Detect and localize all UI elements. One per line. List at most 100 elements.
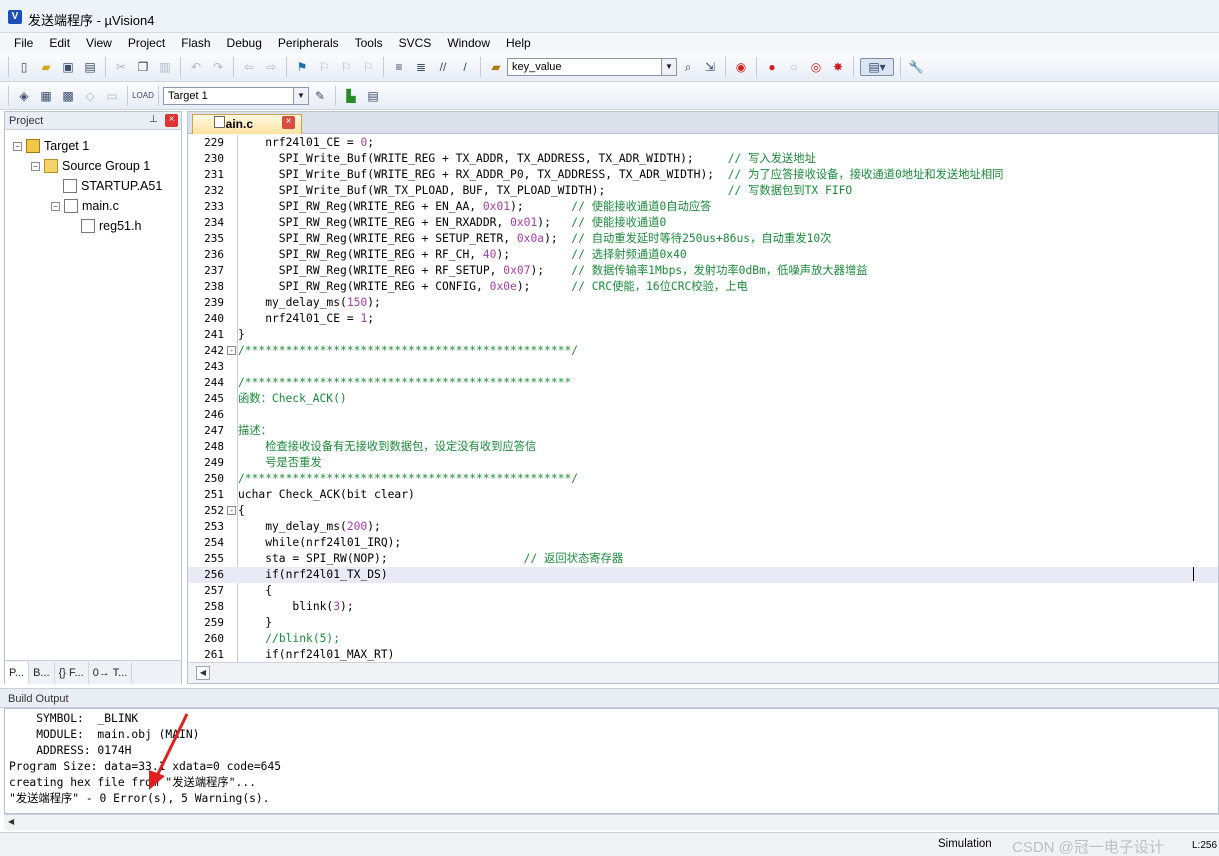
code-line[interactable]: 258 blink(3); xyxy=(188,599,1218,615)
code-line[interactable]: 253 my_delay_ms(200); xyxy=(188,519,1218,535)
download-icon[interactable]: LOAD xyxy=(132,87,154,105)
code-line[interactable]: 237 SPI_RW_Reg(WRITE_REG + RF_SETUP, 0x0… xyxy=(188,263,1218,279)
collapse-icon[interactable]: − xyxy=(31,161,40,171)
batch-build-icon[interactable]: ◇ xyxy=(81,87,99,105)
nav-back-icon[interactable]: ⇦ xyxy=(240,58,258,76)
collapse-icon[interactable]: − xyxy=(13,141,22,151)
code-line[interactable]: 238 SPI_RW_Reg(WRITE_REG + CONFIG, 0x0e)… xyxy=(188,279,1218,295)
build-output-scrollbar[interactable]: ◀ xyxy=(4,814,1219,830)
menu-project[interactable]: Project xyxy=(120,33,173,53)
tree-item-reg51[interactable]: reg51.h xyxy=(13,216,181,236)
cut-icon[interactable]: ✂ xyxy=(112,58,130,76)
code-line[interactable]: 247 描述： xyxy=(188,423,1218,439)
debug-session-icon[interactable]: ◉ xyxy=(732,58,750,76)
save-icon[interactable]: ▣ xyxy=(59,58,77,76)
code-line[interactable]: 251 uchar Check_ACK(bit clear) xyxy=(188,487,1218,503)
clear-bookmarks-icon[interactable]: ⚐ xyxy=(359,58,377,76)
incremental-find-icon[interactable]: ⇲ xyxy=(701,58,719,76)
fold-icon[interactable]: - xyxy=(227,506,236,515)
code-line[interactable]: 230 SPI_Write_Buf(WRITE_REG + TX_ADDR, T… xyxy=(188,151,1218,167)
manage-components-icon[interactable]: ▙ xyxy=(342,87,360,105)
open-folder-icon[interactable]: ▰ xyxy=(37,58,55,76)
chevron-down-icon[interactable]: ▼ xyxy=(661,59,676,75)
next-bookmark-icon[interactable]: ⚐ xyxy=(337,58,355,76)
code-line[interactable]: 243 xyxy=(188,359,1218,375)
code-line[interactable]: 256 if(nrf24l01_TX_DS) xyxy=(188,567,1218,583)
tree-item-main-c[interactable]: − main.c xyxy=(13,196,181,216)
close-icon[interactable]: × xyxy=(282,116,295,129)
indent-icon[interactable]: ≡ xyxy=(390,58,408,76)
code-line[interactable]: 229 nrf24l01_CE = 0; xyxy=(188,135,1218,151)
menu-flash[interactable]: Flash xyxy=(173,33,218,53)
code-line[interactable]: 245 函数：Check_ACK() xyxy=(188,391,1218,407)
find-icon[interactable]: ⌕ xyxy=(679,58,697,76)
tab-books[interactable]: B... xyxy=(29,661,55,684)
horizontal-scrollbar[interactable]: ◀ xyxy=(188,662,1218,683)
menu-tools[interactable]: Tools xyxy=(347,33,391,53)
menu-edit[interactable]: Edit xyxy=(41,33,78,53)
tab-project[interactable]: P... xyxy=(5,661,30,684)
menu-debug[interactable]: Debug xyxy=(219,33,270,53)
find-in-files-icon[interactable]: ▰ xyxy=(487,58,505,76)
unindent-icon[interactable]: ≣ xyxy=(412,58,430,76)
code-line[interactable]: 250 /************************************… xyxy=(188,471,1218,487)
code-line[interactable]: 232 SPI_Write_Buf(WR_TX_PLOAD, BUF, TX_P… xyxy=(188,183,1218,199)
disable-all-breakpoints-icon[interactable]: ◎ xyxy=(807,58,825,76)
undo-icon[interactable]: ↶ xyxy=(187,58,205,76)
uncomment-icon[interactable]: / xyxy=(456,58,474,76)
paste-icon[interactable]: ▥ xyxy=(156,58,174,76)
pin-icon[interactable]: ⊥ xyxy=(149,114,158,125)
code-area[interactable]: 229 nrf24l01_CE = 0; 230 SPI_Write_Buf(WR… xyxy=(188,135,1218,662)
close-icon[interactable]: × xyxy=(165,114,178,127)
code-line[interactable]: 242-/***********************************… xyxy=(188,343,1218,359)
menu-window[interactable]: Window xyxy=(439,33,498,53)
code-line[interactable]: 236 SPI_RW_Reg(WRITE_REG + RF_CH, 40); /… xyxy=(188,247,1218,263)
tab-functions[interactable]: {} F... xyxy=(55,661,89,684)
code-line[interactable]: 241} xyxy=(188,327,1218,343)
stop-build-icon[interactable]: ▭ xyxy=(103,87,121,105)
redo-icon[interactable]: ↷ xyxy=(209,58,227,76)
code-line[interactable]: 235 SPI_RW_Reg(WRITE_REG + SETUP_RETR, 0… xyxy=(188,231,1218,247)
tab-templates[interactable]: 0→ T... xyxy=(89,661,133,684)
target-combo[interactable]: Target 1 ▼ xyxy=(163,86,309,105)
menu-peripherals[interactable]: Peripherals xyxy=(270,33,347,53)
code-line[interactable]: 240 nrf24l01_CE = 1; xyxy=(188,311,1218,327)
disable-breakpoint-icon[interactable]: ○ xyxy=(785,58,803,76)
prev-bookmark-icon[interactable]: ⚐ xyxy=(315,58,333,76)
chevron-down-icon[interactable]: ▼ xyxy=(293,87,308,104)
kill-breakpoints-icon[interactable]: ✸ xyxy=(829,58,847,76)
target-options-icon[interactable]: ✎ xyxy=(311,87,329,105)
scroll-left-icon[interactable]: ◀ xyxy=(196,666,210,680)
code-line[interactable]: 259 } xyxy=(188,615,1218,631)
save-all-icon[interactable]: ▤ xyxy=(81,58,99,76)
configure-icon[interactable]: 🔧 xyxy=(907,58,925,76)
fold-icon[interactable]: - xyxy=(227,346,236,355)
menu-file[interactable]: File xyxy=(6,33,41,53)
code-line[interactable]: 244 /************************************… xyxy=(188,375,1218,391)
tree-item-startup[interactable]: STARTUP.A51 xyxy=(13,176,181,196)
code-line[interactable]: 249 号是否重发 xyxy=(188,455,1218,471)
bookmark-icon[interactable]: ⚑ xyxy=(293,58,311,76)
breakpoint-icon[interactable]: ● xyxy=(763,58,781,76)
code-line[interactable]: 234 SPI_RW_Reg(WRITE_REG + EN_RXADDR, 0x… xyxy=(188,215,1218,231)
code-line[interactable]: 248 检查接收设备有无接收到数据包，设定没有收到应答信 xyxy=(188,439,1218,455)
code-line[interactable]: 254 while(nrf24l01_IRQ); xyxy=(188,535,1218,551)
menu-view[interactable]: View xyxy=(78,33,120,53)
code-line[interactable]: 246 xyxy=(188,407,1218,423)
code-line[interactable]: 260 //blink(5); xyxy=(188,631,1218,647)
find-combo[interactable]: key_value ▼ xyxy=(507,58,677,76)
menu-help[interactable]: Help xyxy=(498,33,539,53)
menu-svcs[interactable]: SVCS xyxy=(391,33,440,53)
tree-item-source-group[interactable]: − Source Group 1 xyxy=(13,156,181,176)
build-icon[interactable]: ▦ xyxy=(37,87,55,105)
new-file-icon[interactable]: ▯ xyxy=(15,58,33,76)
window-layout-icon[interactable]: ▤▾ xyxy=(860,58,894,76)
code-line[interactable]: 239 my_delay_ms(150); xyxy=(188,295,1218,311)
books-icon[interactable]: ▤ xyxy=(364,87,382,105)
tree-item-target[interactable]: − Target 1 xyxy=(13,136,181,156)
copy-icon[interactable]: ❐ xyxy=(134,58,152,76)
translate-icon[interactable]: ◈ xyxy=(15,87,33,105)
code-line[interactable]: 261 if(nrf24l01_MAX_RT) xyxy=(188,647,1218,662)
code-line[interactable]: 231 SPI_Write_Buf(WRITE_REG + RX_ADDR_P0… xyxy=(188,167,1218,183)
code-line[interactable]: 257 { xyxy=(188,583,1218,599)
